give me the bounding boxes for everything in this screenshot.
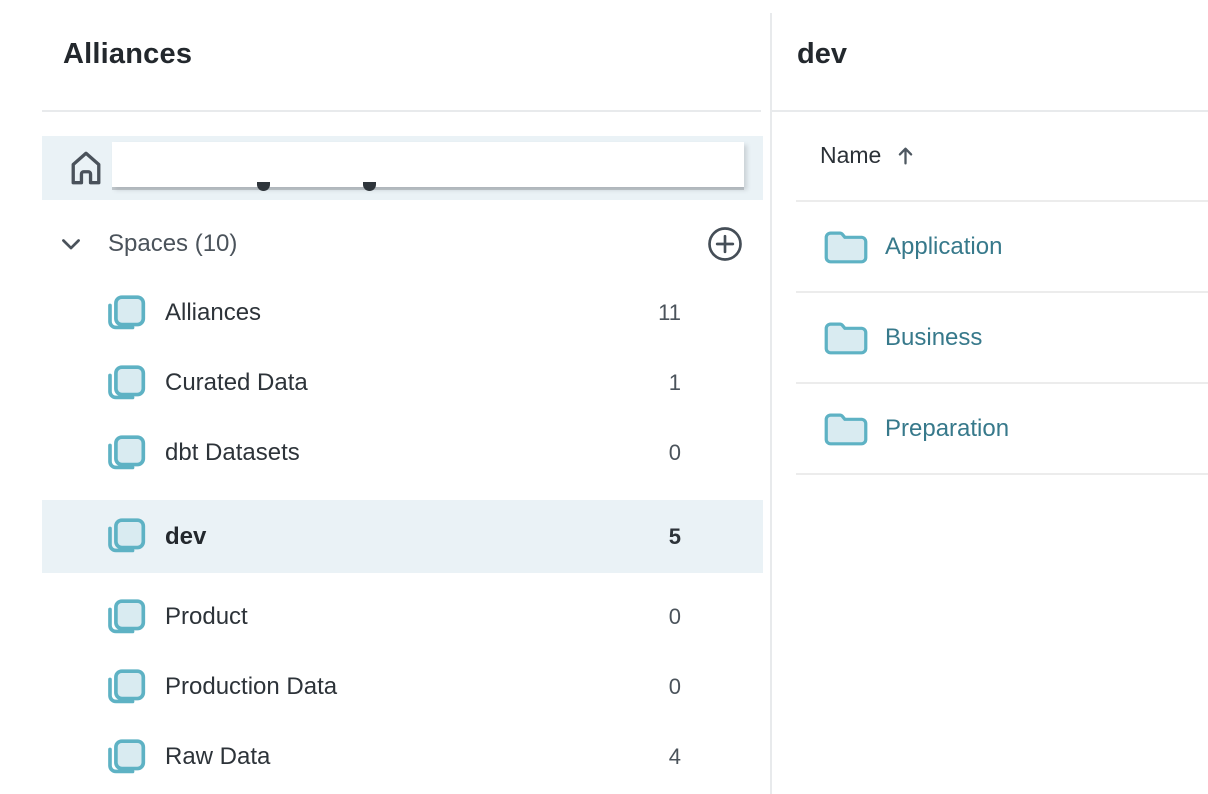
app-window: Alliances Spaces (10) [0,0,1208,794]
space-icon [103,432,146,475]
redacted-home-label [112,142,744,187]
sidebar-title-divider [42,110,761,112]
sidebar-item-product[interactable]: Product 0 [42,582,763,652]
sidebar-item-raw-data[interactable]: Raw Data 4 [42,722,763,792]
chevron-down-icon[interactable] [57,230,85,258]
redacted-text-fragment [257,182,270,191]
space-icon [103,515,146,558]
table-header-name[interactable]: Name [820,139,918,171]
folder-link[interactable]: Business [885,324,982,352]
space-count: 4 [669,744,681,770]
space-count: 0 [669,604,681,630]
space-label: Alliances [165,299,261,327]
content-title-divider [772,110,1208,112]
space-icon [103,362,146,405]
add-space-button[interactable] [705,224,745,264]
table-row-business[interactable]: Business [796,293,1208,384]
space-label: Raw Data [165,743,270,771]
content-panel: dev Name Application [772,0,1208,794]
sidebar: Alliances Spaces (10) [0,0,770,794]
spaces-list: Alliances 11 Curated Data 1 [42,278,763,792]
arrow-up-icon [893,143,918,168]
table-row-preparation[interactable]: Preparation [796,384,1208,475]
sidebar-item-production-data[interactable]: Production Data 0 [42,652,763,722]
home-icon [65,147,107,189]
space-count: 5 [669,524,681,550]
table-row-application[interactable]: Application [796,202,1208,293]
sidebar-title: Alliances [63,38,192,71]
folder-icon [823,319,869,357]
space-count: 0 [669,440,681,466]
name-column-label: Name [820,142,881,169]
sidebar-item-home[interactable] [42,136,763,200]
space-icon [103,292,146,335]
space-label: Production Data [165,673,337,701]
space-count: 11 [658,300,681,326]
space-label: dev [165,523,206,551]
sidebar-item-curated-data[interactable]: Curated Data 1 [42,348,763,418]
folder-icon [823,228,869,266]
space-label: dbt Datasets [165,439,300,467]
space-icon [103,666,146,709]
spaces-section-label: Spaces (10) [108,230,237,258]
space-icon [103,736,146,779]
sidebar-item-alliances[interactable]: Alliances 11 [42,278,763,348]
space-label: Curated Data [165,369,308,397]
folder-table: Application Business Preparation [796,200,1208,475]
sidebar-item-dev[interactable]: dev 5 [42,500,763,573]
sidebar-item-dbt-datasets[interactable]: dbt Datasets 0 [42,418,763,488]
spaces-section-header: Spaces (10) [42,226,763,262]
space-count: 0 [669,674,681,700]
folder-link[interactable]: Preparation [885,415,1009,443]
space-label: Product [165,603,248,631]
redacted-text-fragment [363,182,376,191]
page-title: dev [797,38,847,71]
space-icon [103,596,146,639]
folder-link[interactable]: Application [885,233,1002,261]
folder-icon [823,410,869,448]
space-count: 1 [669,370,681,396]
